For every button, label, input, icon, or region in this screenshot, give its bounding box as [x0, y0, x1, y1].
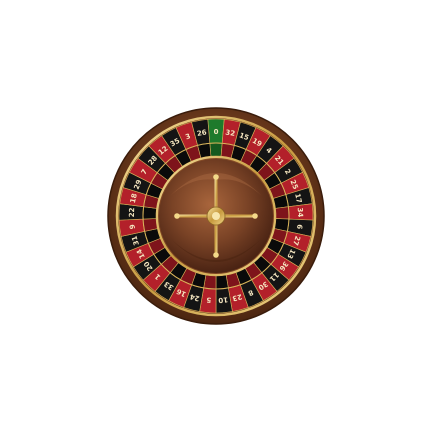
pocket-number-label: 5 [206, 295, 212, 303]
pocket-number-label: 10 [218, 295, 229, 304]
pocket-ball-slot [209, 142, 223, 157]
pocket-number-label: 34 [296, 207, 304, 217]
pocket-number-label: 22 [128, 207, 136, 217]
pocket-ball-slot [215, 274, 229, 290]
pocket-ball-slot [142, 206, 157, 220]
pocket-ball-slot [275, 206, 290, 220]
pocket-number-label: 26 [196, 128, 207, 138]
pocket-number-label: 0 [214, 128, 219, 136]
roulette-wheel-graphic: 0 32 15 19421225173462713361130823105241633… [107, 107, 325, 325]
pocket-number-label: 32 [225, 128, 236, 138]
roulette-wheel[interactable]: 0 32 15 19 4 21 2 25 17 34 6 27 13 36 11 30 8 23 10 5 24 16 33… [0, 0, 432, 432]
